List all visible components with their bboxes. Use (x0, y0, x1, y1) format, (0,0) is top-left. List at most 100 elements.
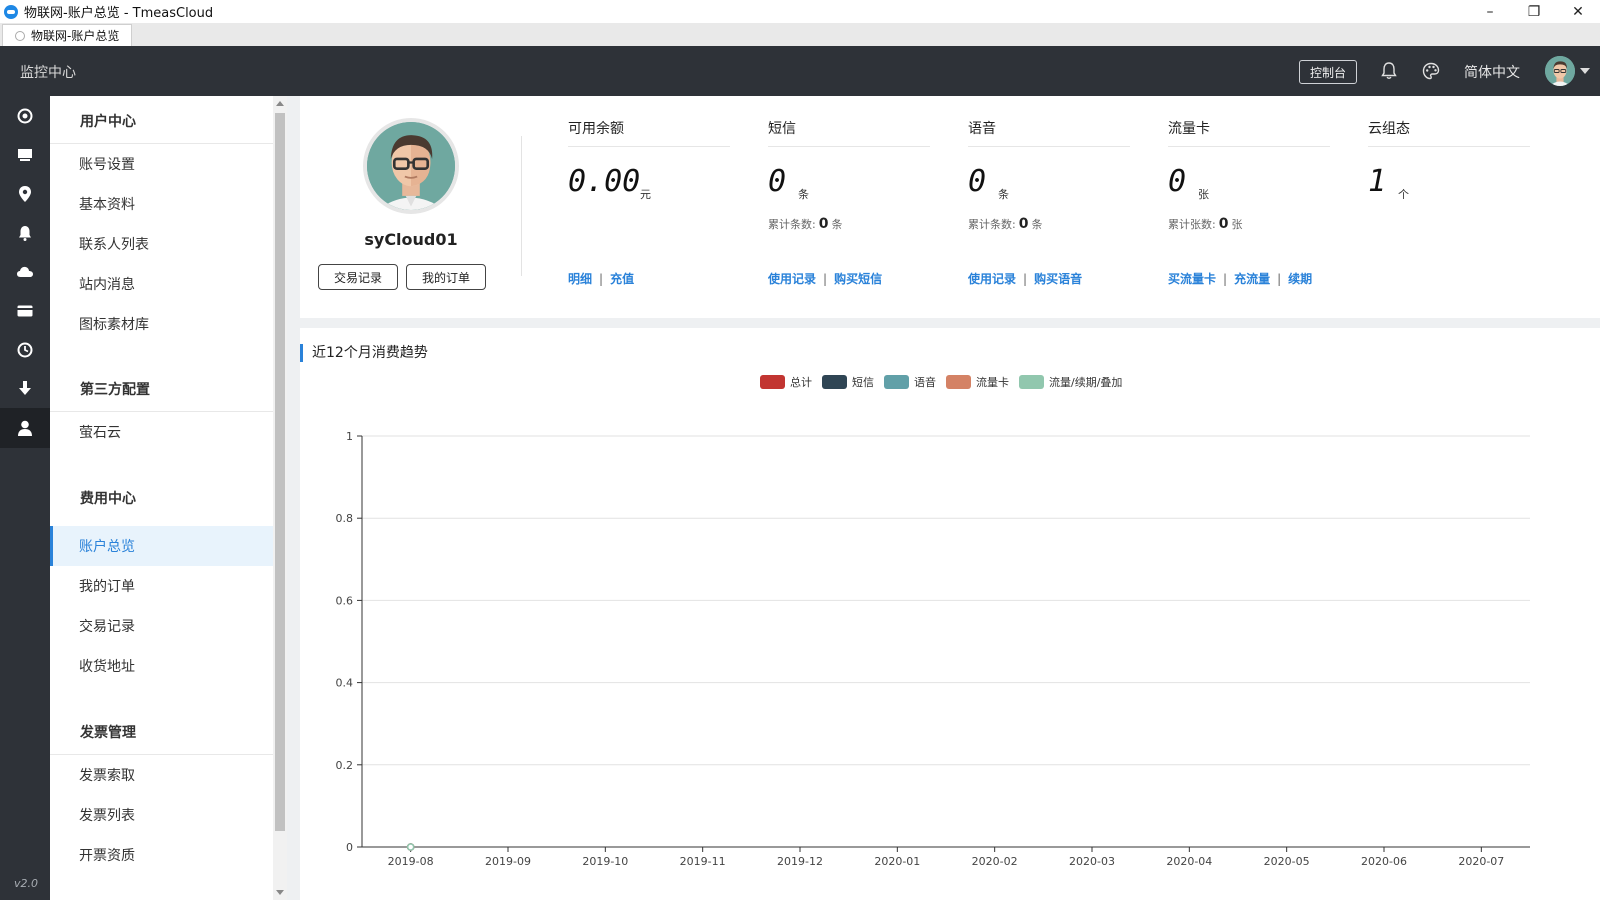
cloud-app-icon (4, 4, 18, 19)
x-tick-label: 2019-08 (388, 855, 434, 868)
stat-unit: 条 (798, 188, 809, 201)
menu-item-invoice-request[interactable]: 发票索取 (50, 755, 273, 795)
x-tick-label: 2020-04 (1166, 855, 1212, 868)
card-icon[interactable] (0, 291, 50, 331)
buy-data-card-link[interactable]: 买流量卡 (1168, 272, 1216, 286)
link-separator: | (599, 272, 604, 286)
language-selector[interactable]: 简体中文 (1464, 62, 1520, 82)
y-tick-label: 1 (346, 430, 353, 443)
scroll-up-icon[interactable] (276, 101, 284, 106)
x-tick-label: 2020-01 (874, 855, 920, 868)
stat-cumulative: 累计条数: 0 条 (768, 216, 842, 232)
brand-title[interactable]: 监控中心 (20, 62, 76, 82)
menu-scrollbar[interactable] (273, 96, 287, 900)
bell-icon[interactable] (1381, 62, 1397, 80)
menu-item-account-settings[interactable]: 账号设置 (50, 144, 273, 184)
clock-icon[interactable] (0, 330, 50, 370)
usage-record-link[interactable]: 使用记录 (968, 272, 1016, 286)
recharge-link[interactable]: 充值 (610, 272, 634, 286)
menu-group-title: 第三方配置 (80, 382, 150, 398)
profile-card: syCloud01 交易记录 我的订单 (300, 96, 522, 318)
stat-links: 使用记录 | 购买语音 (968, 270, 1082, 287)
menu-item-ezviz[interactable]: 萤石云 (50, 412, 273, 452)
renew-link[interactable]: 续期 (1288, 272, 1312, 286)
bell-icon[interactable] (0, 213, 50, 253)
menu-item-invoice-list[interactable]: 发票列表 (50, 795, 273, 835)
restore-icon[interactable]: ❐ (1512, 0, 1556, 23)
stat-unit: 元 (640, 188, 651, 201)
icon-rail: v2.0 (0, 96, 50, 900)
window-titlebar: 物联网-账户总览 - TmeasCloud – ❐ ✕ (0, 0, 1600, 23)
menu-item-messages[interactable]: 站内消息 (50, 264, 273, 304)
stat-links: 明细 | 充值 (568, 270, 634, 287)
buy-voice-link[interactable]: 购买语音 (1034, 272, 1082, 286)
menu-group-title: 费用中心 (80, 491, 136, 507)
monitor-icon[interactable] (0, 135, 50, 175)
y-tick-label: 0 (346, 841, 353, 854)
link-separator: | (1277, 272, 1282, 286)
dashboard-icon[interactable] (0, 96, 50, 136)
side-menu: 用户中心 账号设置 基本资料 联系人列表 站内消息 图标素材库 第三方配置 萤石… (50, 96, 273, 900)
console-button[interactable]: 控制台 (1299, 60, 1357, 84)
main-content: syCloud01 交易记录 我的订单 可用余额 0.00 元 明细 | 充值 短信… (287, 96, 1600, 900)
detail-link[interactable]: 明细 (568, 272, 592, 286)
stat-sub-unit: 张 (1231, 218, 1243, 231)
x-tick-label: 2019-12 (777, 855, 823, 868)
usage-record-link[interactable]: 使用记录 (768, 272, 816, 286)
download-icon[interactable] (0, 369, 50, 409)
menu-item-invoice-qualification[interactable]: 开票资质 (50, 835, 273, 875)
menu-item-basic-info[interactable]: 基本资料 (50, 184, 273, 224)
caret-down-icon[interactable] (1580, 68, 1590, 74)
top-nav: 监控中心 控制台 简体中文 (0, 46, 1600, 96)
x-tick-label: 2020-02 (972, 855, 1018, 868)
stat-value: 0 (1168, 164, 1187, 199)
location-icon[interactable] (0, 174, 50, 214)
stat-links: 买流量卡 | 充流量 | 续期 (1168, 270, 1312, 287)
user-icon[interactable] (0, 408, 50, 448)
y-tick-label: 0.6 (336, 594, 354, 607)
menu-item-shipping-address[interactable]: 收货地址 (50, 646, 273, 686)
trend-chart: 0 0.2 0.4 0.6 0.8 1 2019-08 2019-09 2019-10 2019-… (336, 430, 1530, 868)
menu-group-title: 用户中心 (80, 114, 136, 130)
x-tick-label: 2019-10 (582, 855, 628, 868)
x-tick-label: 2020-07 (1458, 855, 1504, 868)
globe-icon (15, 30, 25, 41)
stat-sub-value: 0 (1218, 216, 1229, 232)
cloud-icon[interactable] (0, 252, 50, 292)
y-tick-label: 0.8 (336, 512, 354, 525)
stat-balance: 可用余额 0.00 元 明细 | 充值 (568, 96, 730, 318)
transactions-button[interactable]: 交易记录 (318, 264, 398, 290)
minimize-icon[interactable]: – (1468, 0, 1512, 23)
stat-unit: 条 (998, 188, 1009, 201)
stat-value: 0.00 (568, 164, 641, 199)
tab-bar: 物联网-账户总览 (0, 23, 1600, 46)
stat-data-card: 流量卡 0 张 累计张数: 0 张 买流量卡 | 充流量 | 续期 (1168, 96, 1330, 318)
x-tick-label: 2020-05 (1264, 855, 1310, 868)
avatar[interactable] (1545, 56, 1575, 86)
palette-icon[interactable] (1422, 62, 1440, 80)
buy-sms-link[interactable]: 购买短信 (834, 272, 882, 286)
stat-cloud-scada: 云组态 1 个 (1368, 96, 1530, 318)
menu-item-contacts[interactable]: 联系人列表 (50, 224, 273, 264)
menu-item-icon-library[interactable]: 图标素材库 (50, 304, 273, 344)
y-tick-label: 0.2 (336, 759, 354, 772)
stat-divider (768, 146, 930, 147)
menu-item-transactions[interactable]: 交易记录 (50, 606, 273, 646)
account-summary: syCloud01 交易记录 我的订单 可用余额 0.00 元 明细 | 充值 短信… (300, 96, 1600, 318)
x-tick-label: 2019-11 (680, 855, 726, 868)
stat-title: 语音 (968, 121, 996, 137)
stat-unit: 张 (1198, 188, 1209, 201)
stat-sms: 短信 0 条 累计条数: 0 条 使用记录 | 购买短信 (768, 96, 930, 318)
menu-item-account-overview[interactable]: 账户总览 (50, 526, 273, 566)
browser-tab[interactable]: 物联网-账户总览 (2, 24, 132, 46)
scrollbar-thumb[interactable] (275, 113, 285, 831)
x-tick-label: 2020-06 (1361, 855, 1407, 868)
avatar-face-icon (367, 122, 455, 210)
my-orders-button[interactable]: 我的订单 (406, 264, 486, 290)
scroll-down-icon[interactable] (276, 890, 284, 895)
tab-label: 物联网-账户总览 (31, 29, 120, 43)
menu-item-my-orders[interactable]: 我的订单 (50, 566, 273, 606)
recharge-data-link[interactable]: 充流量 (1234, 272, 1270, 286)
window-title: 物联网-账户总览 - TmeasCloud (24, 6, 214, 21)
close-icon[interactable]: ✕ (1556, 0, 1600, 23)
